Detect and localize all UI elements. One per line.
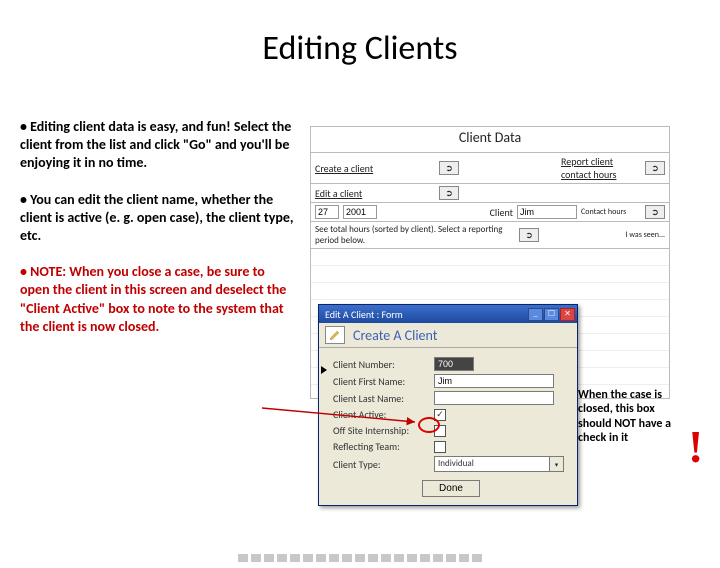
page-title: Editing Clients xyxy=(0,28,720,69)
thumb[interactable] xyxy=(303,554,313,562)
annotation-text: When the case is closed, this box should… xyxy=(578,388,688,446)
thumb[interactable] xyxy=(433,554,443,562)
window-titlebar[interactable]: Edit A Client : Form _ ☐ ✕ xyxy=(319,305,577,323)
period-field-1[interactable] xyxy=(315,205,339,219)
label-reflecting: Reflecting Team: xyxy=(333,440,428,453)
go-button-edit[interactable] xyxy=(439,186,459,200)
thumb[interactable] xyxy=(329,554,339,562)
thumb[interactable] xyxy=(472,554,482,562)
pencil-icon xyxy=(325,326,345,344)
last-name-field[interactable] xyxy=(434,391,554,405)
thumb[interactable] xyxy=(277,554,287,562)
bullet-1: • Editing client data is easy, and fun! … xyxy=(20,118,295,173)
see-total-text: See total hours (sorted by client). Sele… xyxy=(315,224,515,246)
thumb[interactable] xyxy=(355,554,365,562)
close-icon[interactable]: ✕ xyxy=(560,308,575,321)
reflecting-checkbox[interactable] xyxy=(434,441,446,453)
record-selector-icon[interactable] xyxy=(321,366,327,374)
form-heading: Create A Client xyxy=(353,327,437,344)
client-active-checkbox[interactable]: ✓ xyxy=(434,409,446,421)
thumb[interactable] xyxy=(342,554,352,562)
thumb[interactable] xyxy=(420,554,430,562)
go-button-lookup[interactable] xyxy=(645,205,665,219)
thumb[interactable] xyxy=(407,554,417,562)
slide-thumbnails xyxy=(0,554,720,562)
maximize-icon[interactable]: ☐ xyxy=(544,308,559,321)
thumb[interactable] xyxy=(316,554,326,562)
thumb[interactable] xyxy=(459,554,469,562)
label-client-number: Client Number: xyxy=(333,358,428,371)
label-client-active: Client Active: xyxy=(333,408,428,421)
thumb[interactable] xyxy=(238,554,248,562)
chevron-down-icon[interactable]: ▾ xyxy=(549,457,563,471)
period-field-2[interactable] xyxy=(343,205,377,219)
thumb[interactable] xyxy=(381,554,391,562)
offsite-checkbox[interactable] xyxy=(434,425,446,437)
first-name-field[interactable] xyxy=(434,374,554,388)
label-first-name: Client First Name: xyxy=(333,375,428,388)
go-button-create[interactable] xyxy=(439,161,459,175)
window-title-text: Edit A Client : Form xyxy=(325,308,528,321)
left-text-column: • Editing client data is easy, and fun! … xyxy=(20,118,295,354)
edit-client-window: Edit A Client : Form _ ☐ ✕ Create A Clie… xyxy=(318,304,578,506)
create-client-link[interactable]: Create a client xyxy=(315,162,435,175)
was-seen-label: I was seen... xyxy=(625,230,665,240)
client-label: Client xyxy=(490,206,513,219)
thumb[interactable] xyxy=(394,554,404,562)
thumb[interactable] xyxy=(368,554,378,562)
report-hours-link[interactable]: Report client contact hours xyxy=(561,155,641,181)
client-data-heading: Client Data xyxy=(311,127,669,152)
bullet-2: • You can edit the client name, whether … xyxy=(20,191,295,246)
minimize-icon[interactable]: _ xyxy=(528,308,543,321)
client-select[interactable] xyxy=(517,205,577,219)
go-button-report[interactable] xyxy=(645,161,665,175)
contact-hours-label: Contact hours xyxy=(581,207,641,217)
exclamation-icon: ! xyxy=(688,420,703,473)
thumb[interactable] xyxy=(251,554,261,562)
done-button[interactable]: Done xyxy=(422,480,480,497)
label-last-name: Client Last Name: xyxy=(333,392,428,405)
client-type-dropdown[interactable]: Individual ▾ xyxy=(434,456,564,472)
go-button-total[interactable] xyxy=(519,228,539,242)
label-offsite: Off Site Internship: xyxy=(333,424,428,437)
thumb[interactable] xyxy=(290,554,300,562)
thumb[interactable] xyxy=(264,554,274,562)
edit-client-link[interactable]: Edit a client xyxy=(315,187,435,200)
form-body: Client Number: Client First Name: Client… xyxy=(319,348,577,505)
thumb[interactable] xyxy=(446,554,456,562)
client-type-value: Individual xyxy=(435,457,549,471)
bullet-note: • NOTE: When you close a case, be sure t… xyxy=(20,263,295,336)
client-number-field[interactable] xyxy=(434,357,474,371)
label-client-type: Client Type: xyxy=(333,458,428,471)
